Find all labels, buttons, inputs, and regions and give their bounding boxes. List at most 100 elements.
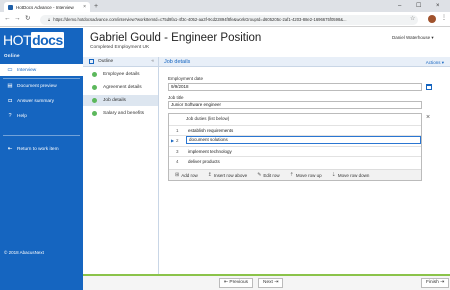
chat-icon: ◘	[8, 98, 12, 104]
back-icon[interactable]: ←	[4, 15, 11, 23]
chevron-down-icon: ▾	[431, 35, 434, 40]
row-cell[interactable]: deliver products	[188, 159, 220, 164]
sidebar-item-help[interactable]: ? Help	[0, 110, 83, 122]
sidebar-item-label: Return to work item	[17, 146, 59, 152]
outline-item-label: Agreement details	[103, 85, 142, 90]
sidebar-item-label: Interview	[17, 67, 37, 73]
current-row-icon: ▶	[170, 137, 175, 143]
hotdocs-favicon-icon	[8, 4, 13, 10]
add-row-icon: ⊞	[175, 172, 180, 178]
back-arrow-icon: ⇤	[7, 146, 13, 152]
outline-title: Outline	[98, 59, 114, 64]
outline-item-job-details[interactable]: Job details	[83, 95, 158, 106]
outline-item-label: Salary and benefits	[103, 111, 145, 116]
url-field[interactable]: 🔒︎ https://demo.hotdocsadvance.com/interv…	[40, 14, 418, 25]
finish-button[interactable]: Finish ⇥	[421, 278, 450, 288]
user-name: Daniel Waterhouse	[392, 35, 431, 40]
sidebar-divider	[3, 78, 80, 79]
complete-status-icon	[92, 98, 97, 103]
tab-close-icon[interactable]: ×	[83, 4, 86, 10]
table-row[interactable]: 4 deliver products	[169, 156, 421, 166]
browser-tab[interactable]: HotDocs Advance - Interview ×	[4, 2, 90, 12]
outline-item-label: Employee details	[103, 72, 140, 77]
next-button[interactable]: Next ⇥	[258, 278, 284, 288]
monitor-icon: ▭	[7, 67, 13, 73]
outline-item-agreement-details[interactable]: Agreement details	[83, 82, 158, 93]
url-text: https://demo.hotdocsadvance.com/intervie…	[53, 16, 347, 22]
edit-row-icon: ✎	[257, 172, 262, 178]
next-icon: ⇥	[274, 280, 279, 285]
sidebar-item-answer-summary[interactable]: ◘ Answer summary	[0, 95, 83, 107]
complete-status-icon	[92, 72, 97, 77]
calendar-icon[interactable]	[426, 84, 432, 90]
browser-tab-bar: HotDocs Advance - Interview × + – ☐ ×	[0, 0, 450, 12]
page-subtitle: Completed Employment UK	[90, 45, 150, 50]
profile-avatar[interactable]	[428, 15, 436, 23]
actions-menu[interactable]: Actions ▾	[426, 60, 444, 66]
outline-item-employee-details[interactable]: Employee details	[83, 69, 158, 80]
job-title-label: Job title	[168, 95, 184, 100]
move-up-icon: ⇡	[289, 172, 294, 178]
forward-icon[interactable]: →	[14, 15, 21, 23]
move-row-down-button[interactable]: ⇣ Move row down	[332, 172, 370, 178]
collapse-left-icon[interactable]: «	[151, 59, 154, 64]
copyright-text: © 2018 AbacusNext	[4, 250, 44, 255]
new-tab-icon[interactable]: +	[94, 2, 98, 11]
outline-item-label: Job details	[103, 98, 126, 103]
sidebar-item-document-preview[interactable]: ▤ Document preview	[0, 80, 83, 92]
dialog-header: Job details Actions ▾	[159, 57, 450, 67]
table-row[interactable]: 3 implement technology	[169, 146, 421, 156]
insert-row-icon: ↥	[207, 172, 212, 178]
employment-date-field[interactable]: 9/9/2018	[168, 83, 422, 91]
complete-status-icon	[92, 111, 97, 116]
move-row-up-button[interactable]: ⇡ Move row up	[290, 172, 322, 178]
document-icon: ▤	[7, 83, 13, 89]
sidebar-item-label: Help	[17, 113, 27, 119]
row-number: 3	[176, 148, 179, 154]
job-title-field[interactable]: Junior Software engineer	[168, 101, 422, 109]
row-cell[interactable]: establish requirements	[188, 128, 233, 133]
question-icon: ?	[8, 113, 12, 119]
maximize-icon[interactable]: ☐	[416, 1, 421, 11]
close-grid-icon[interactable]: ×	[426, 114, 430, 121]
previous-icon: ⇤	[224, 280, 229, 285]
outline-item-salary-and-benefits[interactable]: Salary and benefits	[83, 108, 158, 119]
minimize-icon[interactable]: –	[398, 1, 401, 11]
lock-icon: 🔒︎	[48, 16, 51, 22]
complete-status-icon	[92, 85, 97, 90]
logo-subtitle: Online	[4, 53, 20, 58]
window-close-icon[interactable]: ×	[436, 1, 440, 11]
move-down-icon: ⇣	[331, 172, 336, 178]
address-bar: ← → ↻ 🔒︎ https://demo.hotdocsadvance.com/…	[0, 12, 450, 27]
sidebar-item-interview[interactable]: ▭ Interview	[0, 64, 83, 76]
row-number: 4	[176, 158, 179, 164]
grid-toolbar: ⊞ Add row ↥ Insert row above ✎ Edit row ⇡ Mo…	[169, 169, 421, 180]
edit-row-button[interactable]: ✎ Edit row	[257, 172, 279, 178]
insert-row-above-button[interactable]: ↥ Insert row above	[208, 172, 247, 178]
bookmark-star-icon[interactable]: ☆	[410, 15, 415, 22]
reload-icon[interactable]: ↻	[25, 15, 30, 23]
outline-header[interactable]: Outline «	[83, 57, 158, 67]
hotdocs-logo: HOTdocs	[3, 32, 64, 48]
row-cell[interactable]: implement technology	[188, 149, 232, 154]
sidebar-item-label: Document preview	[17, 83, 57, 89]
dialog-title: Job details	[164, 59, 191, 65]
sidebar-item-label: Answer summary	[17, 98, 55, 104]
employment-date-label: Employment date	[168, 76, 204, 81]
row-cell-editor[interactable]: document solutions	[186, 136, 421, 145]
finish-icon: ⇥	[440, 280, 445, 285]
sidebar-item-return-to-work-item[interactable]: ⇤ Return to work item	[0, 143, 83, 155]
outline-icon	[89, 59, 94, 64]
row-number: 1	[176, 127, 179, 133]
previous-button[interactable]: ⇤ Previous	[219, 278, 254, 288]
table-row[interactable]: 1 establish requirements	[169, 125, 421, 135]
sidebar-divider	[3, 135, 80, 136]
add-row-button[interactable]: ⊞ Add row	[175, 172, 198, 178]
table-row[interactable]: ▶ 2 document solutions	[169, 135, 421, 145]
user-menu[interactable]: Daniel Waterhouse ▾	[392, 35, 434, 41]
outline-divider	[158, 57, 159, 275]
job-duties-title: Job duties (list below)	[186, 116, 230, 121]
browser-menu-icon[interactable]: ⋮	[441, 14, 447, 21]
browser-tab-title: HotDocs Advance - Interview	[16, 4, 74, 10]
page-title: Gabriel Gould - Engineer Position	[90, 32, 262, 44]
